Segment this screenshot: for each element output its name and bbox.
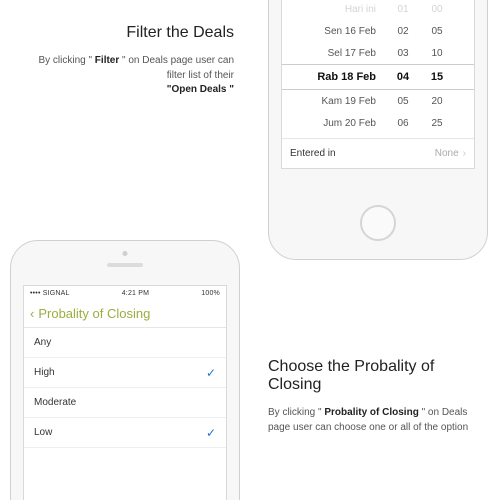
option-label: Any bbox=[34, 337, 51, 348]
section2-body: By clicking " Probality of Closing " on … bbox=[268, 406, 478, 435]
section2-body-a: By clicking " bbox=[268, 407, 322, 418]
picker-day: Hari ini bbox=[292, 4, 386, 15]
option-label: Low bbox=[34, 427, 52, 438]
picker-hour: 05 bbox=[386, 96, 420, 107]
picker-row[interactable]: Kam 19 Feb 05 20 bbox=[282, 90, 474, 112]
checkmark-icon: ✓ bbox=[206, 426, 216, 440]
picker-min: 05 bbox=[420, 26, 454, 37]
section1-body: By clicking " Filter " on Deals page use… bbox=[34, 54, 234, 98]
section1-body-b: " on Deals page user can filter list of … bbox=[122, 55, 234, 81]
picker-hour: 04 bbox=[386, 71, 420, 83]
section2-title: Choose the Probality of Closing bbox=[268, 358, 478, 394]
option-low[interactable]: Low ✓ bbox=[24, 418, 226, 448]
picker-hour: 01 bbox=[386, 4, 420, 15]
status-bar: •••• SIGNAL 4:21 PM 100% bbox=[24, 286, 226, 300]
status-signal: •••• SIGNAL bbox=[30, 290, 70, 297]
picker-min: 00 bbox=[420, 4, 454, 15]
picker-row-selected[interactable]: Rab 18 Feb 04 15 bbox=[282, 64, 474, 90]
picker-row[interactable]: Sel 17 Feb 03 10 bbox=[282, 42, 474, 64]
section1-body-a: By clicking " bbox=[38, 55, 92, 66]
picker-row[interactable]: Hari ini 01 00 bbox=[282, 0, 474, 20]
section1-bold-b: "Open Deals " bbox=[167, 84, 234, 95]
picker-min: 20 bbox=[420, 96, 454, 107]
status-time: 4:21 PM bbox=[70, 290, 202, 297]
picker-row[interactable]: Jum 20 Feb 06 25 bbox=[282, 112, 474, 134]
phone-probability-closing: •••• SIGNAL 4:21 PM 100% ‹ Probality of … bbox=[10, 240, 240, 500]
picker-min: 10 bbox=[420, 48, 454, 59]
option-moderate[interactable]: Moderate bbox=[24, 388, 226, 418]
picker-day: Kam 19 Feb bbox=[292, 96, 386, 107]
home-button[interactable] bbox=[360, 205, 396, 241]
picker-day: Rab 18 Feb bbox=[292, 71, 386, 83]
picker-day: Sel 17 Feb bbox=[292, 48, 386, 59]
section1-bold-a: Filter bbox=[92, 55, 122, 66]
option-label: Moderate bbox=[34, 397, 76, 408]
entered-in-label: Entered in bbox=[290, 148, 336, 159]
picker-day: Jum 20 Feb bbox=[292, 118, 386, 129]
option-any[interactable]: Any bbox=[24, 328, 226, 358]
entered-in-value: None bbox=[435, 148, 459, 159]
status-battery: 100% bbox=[201, 290, 220, 297]
picker-row[interactable]: Sen 16 Feb 02 05 bbox=[282, 20, 474, 42]
nav-bar: ‹ Probality of Closing bbox=[24, 300, 226, 328]
picker-row[interactable]: Sab 21 Feb 07 30 bbox=[282, 134, 474, 138]
entered-in-row[interactable]: Entered in None › bbox=[282, 138, 474, 168]
chevron-right-icon: › bbox=[463, 148, 466, 159]
checkmark-icon: ✓ bbox=[206, 366, 216, 380]
section1-title: Filter the Deals bbox=[34, 24, 234, 42]
phone-camera bbox=[123, 251, 128, 256]
picker-day: Sen 16 Feb bbox=[292, 26, 386, 37]
picker-min: 15 bbox=[420, 71, 454, 83]
phone1-screen: To Do Rabu 18 February 2015 Hari ini 01 … bbox=[281, 0, 475, 169]
option-high[interactable]: High ✓ bbox=[24, 358, 226, 388]
date-picker[interactable]: Hari ini 01 00 Sen 16 Feb 02 05 Sel 17 F… bbox=[282, 0, 474, 138]
nav-title: Probality of Closing bbox=[38, 306, 150, 321]
picker-hour: 03 bbox=[386, 48, 420, 59]
phone-speaker bbox=[107, 263, 143, 267]
picker-hour: 06 bbox=[386, 118, 420, 129]
picker-min: 25 bbox=[420, 118, 454, 129]
picker-hour: 02 bbox=[386, 26, 420, 37]
option-label: High bbox=[34, 367, 55, 378]
back-chevron-icon[interactable]: ‹ bbox=[30, 306, 34, 321]
section2-bold-a: Probality of Closing bbox=[322, 407, 422, 418]
phone2-screen: •••• SIGNAL 4:21 PM 100% ‹ Probality of … bbox=[23, 285, 227, 500]
phone-filter-deals: To Do Rabu 18 February 2015 Hari ini 01 … bbox=[268, 0, 488, 260]
